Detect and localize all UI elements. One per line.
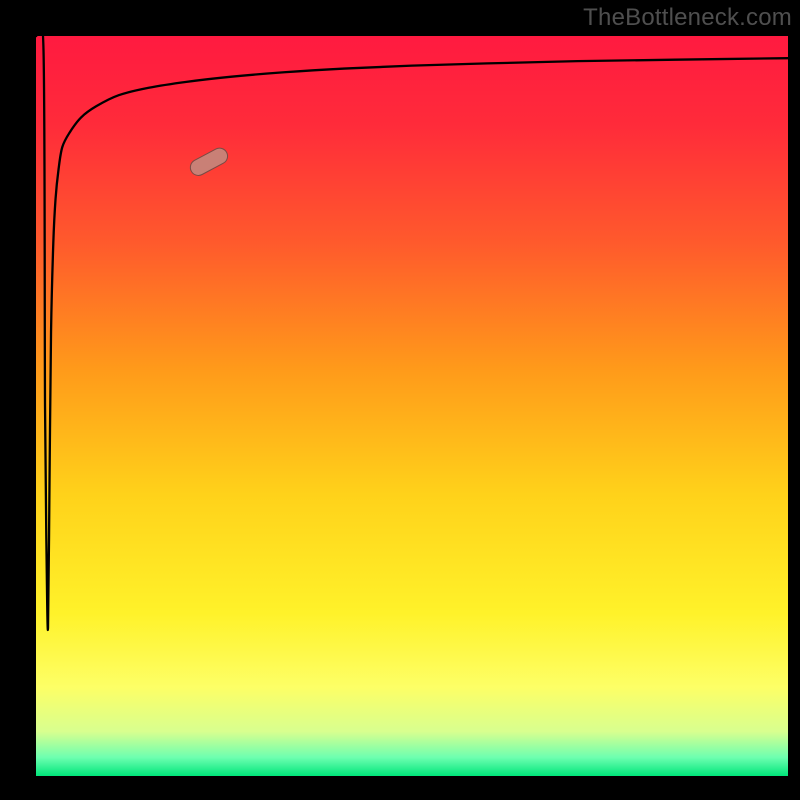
curve-layer bbox=[36, 36, 788, 776]
bottleneck-curve bbox=[36, 36, 788, 630]
watermark-text: TheBottleneck.com bbox=[583, 4, 792, 32]
marker-pill bbox=[188, 145, 231, 178]
chart-frame: TheBottleneck.com bbox=[0, 0, 800, 800]
plot-area bbox=[36, 36, 788, 776]
data-marker bbox=[188, 145, 231, 178]
